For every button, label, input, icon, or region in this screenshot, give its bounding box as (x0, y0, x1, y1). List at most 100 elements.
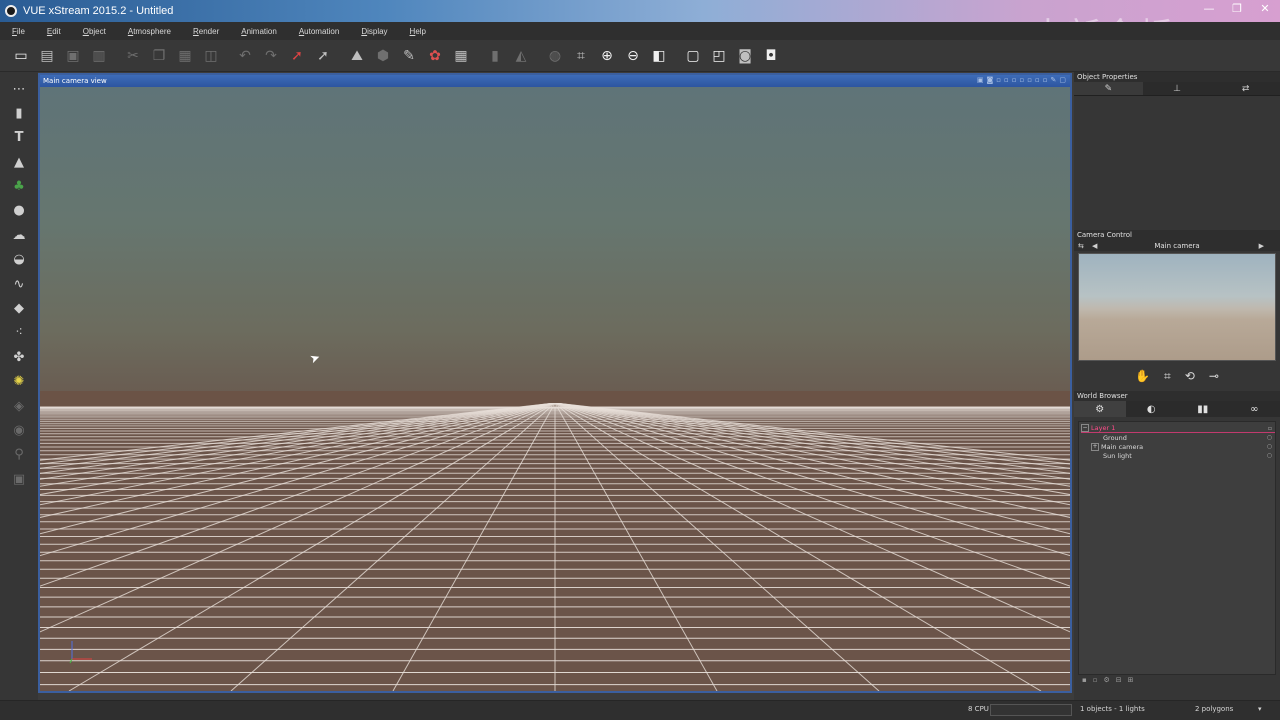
select-icon[interactable]: ➚ (286, 45, 308, 67)
viewport-menu-icon[interactable]: ▫ (1035, 76, 1040, 84)
menu-render[interactable]: Render (193, 27, 219, 36)
tree-item-sun-light[interactable]: Sun light ○ (1081, 451, 1275, 460)
menu-automation[interactable]: Automation (299, 27, 339, 36)
collapse-icon[interactable]: − (1081, 424, 1089, 432)
menu-atmosphere[interactable]: Atmosphere (128, 27, 171, 36)
material-icon[interactable]: ✿ (424, 45, 446, 67)
cylinder-icon[interactable]: ▮ (8, 102, 30, 124)
fan-icon[interactable]: ✤ (8, 346, 30, 368)
paste-icon[interactable]: ▦ (174, 45, 196, 67)
menu-animation[interactable]: Animation (241, 27, 277, 36)
copy-icon[interactable]: ❐ (148, 45, 170, 67)
metablob-icon[interactable]: ◉ (8, 419, 30, 441)
planet-icon[interactable]: ◒ (8, 249, 30, 271)
layer-options-icon[interactable]: ▫ (1268, 425, 1272, 432)
save-as-icon[interactable]: ▥ (88, 45, 110, 67)
maximize-button[interactable]: ❐ (1228, 2, 1246, 16)
camera-lock-icon[interactable]: ⊸ (1209, 369, 1219, 383)
delete-layer-icon[interactable]: ▫ (1093, 676, 1098, 684)
rock-icon[interactable]: ◆ (8, 298, 30, 320)
menu-display[interactable]: Display (361, 27, 387, 36)
camera-orbit-icon[interactable]: ⟲ (1185, 369, 1195, 383)
terrain-icon[interactable]: ⛰ (346, 45, 368, 67)
link-icon[interactable]: ⚲ (8, 444, 30, 466)
select-drag-icon[interactable]: ➚ (312, 45, 334, 67)
menu-edit[interactable]: Edit (47, 27, 61, 36)
menu-file[interactable]: File (12, 27, 25, 36)
objects-tab-icon[interactable]: ⚙ (1074, 401, 1126, 417)
numerics-tab-icon[interactable]: ⊥ (1143, 82, 1212, 95)
aspect-tab-icon[interactable]: ✎ (1074, 82, 1143, 95)
viewport-zoom-icon[interactable]: ▫ (1012, 76, 1017, 84)
viewport-camera-icon[interactable]: ◙ (986, 76, 993, 84)
camera-selector[interactable]: ⇆ ◀ Main camera ▶ (1074, 240, 1280, 251)
status-dropdown-icon[interactable]: ▾ (1258, 705, 1262, 713)
minimize-button[interactable]: — (1200, 2, 1218, 16)
materials-tab-icon[interactable]: ◐ (1126, 401, 1178, 417)
tree-item-main-camera[interactable]: + Main camera ○ (1081, 442, 1275, 451)
edit-object-icon[interactable]: ✎ (398, 45, 420, 67)
new-icon[interactable]: ▭ (10, 45, 32, 67)
expand-all-icon[interactable]: ⊞ (1128, 676, 1134, 684)
camera-pan-icon[interactable]: ✋ (1135, 369, 1150, 383)
viewport-edit-icon[interactable]: ✎ (1051, 76, 1057, 84)
film-icon[interactable]: ▦ (450, 45, 472, 67)
cube-icon[interactable]: ⬢ (372, 45, 394, 67)
visibility-icon[interactable]: ○ (1267, 452, 1272, 459)
globe-icon[interactable]: ◍ (544, 45, 566, 67)
symmetry-icon[interactable]: ◭ (510, 45, 532, 67)
new-layer-icon[interactable]: ▪ (1082, 676, 1087, 684)
light-icon[interactable]: ✺ (8, 371, 30, 393)
cloud-icon[interactable]: ☁ (8, 224, 30, 246)
viewport-fit-icon[interactable]: ▣ (977, 76, 984, 84)
tree-item-ground[interactable]: Ground ○ (1081, 433, 1275, 442)
visibility-icon[interactable]: ○ (1267, 443, 1272, 450)
library-tab-icon[interactable]: ▮▮ (1177, 401, 1229, 417)
viewport-lock-icon[interactable]: ▫ (1043, 76, 1048, 84)
cut-icon[interactable]: ✂ (122, 45, 144, 67)
align-icon[interactable]: ▮ (484, 45, 506, 67)
boolean-icon[interactable]: ◈ (8, 395, 30, 417)
open-icon[interactable]: ▤ (36, 45, 58, 67)
render-area-icon[interactable]: ▢ (682, 45, 704, 67)
terrain-tool-icon[interactable]: ▲ (8, 151, 30, 173)
animation-tab-icon[interactable]: ⇄ (1211, 82, 1280, 95)
viewport-grid-icon[interactable]: ▫ (1020, 76, 1025, 84)
collapse-all-icon[interactable]: ⊟ (1116, 676, 1122, 684)
render-icon[interactable]: ◰ (708, 45, 730, 67)
tree-item-layer-1[interactable]: − Layer 1 ▫ (1081, 424, 1275, 433)
group-icon[interactable]: ▣ (8, 468, 30, 490)
camera-snapshot-icon[interactable]: ◘ (760, 45, 782, 67)
zoom-in-icon[interactable]: ⊕ (596, 45, 618, 67)
menu-object[interactable]: Object (83, 27, 106, 36)
grid-line (554, 403, 1070, 474)
tree-icon[interactable]: ♣ (8, 176, 30, 198)
save-icon[interactable]: ▣ (62, 45, 84, 67)
main-camera-viewport[interactable]: Main camera view ▣ ◙ ▫ ▫ ▫ ▫ ▫ ▫ ▫ ✎ ▢ ➤ (38, 73, 1072, 693)
viewport-maximize-icon[interactable]: ▢ (1059, 76, 1066, 84)
undo-icon[interactable]: ↶ (234, 45, 256, 67)
links-tab-icon[interactable]: ∞ (1229, 401, 1280, 417)
camera-next-icon[interactable]: ▶ (1259, 242, 1264, 250)
close-button[interactable]: ✕ (1256, 2, 1274, 16)
object-properties-body (1074, 96, 1280, 230)
menu-help[interactable]: Help (410, 27, 426, 36)
layer-settings-icon[interactable]: ⚙ (1104, 676, 1110, 684)
render-preview-icon[interactable]: ◙ (734, 45, 756, 67)
viewport-rotate-icon[interactable]: ▫ (1004, 76, 1009, 84)
expand-icon[interactable]: + (1091, 442, 1099, 451)
toggle-view-icon[interactable]: ◧ (648, 45, 670, 67)
viewport-pan-icon[interactable]: ▫ (996, 76, 1001, 84)
visibility-icon[interactable]: ○ (1267, 434, 1272, 441)
redo-icon[interactable]: ↷ (260, 45, 282, 67)
zoom-out-icon[interactable]: ⊖ (622, 45, 644, 67)
spline-icon[interactable]: ∿ (8, 273, 30, 295)
plant-pack-icon[interactable]: ⁖ (8, 322, 30, 344)
marquee-icon[interactable]: ⋯ (8, 78, 30, 100)
sphere-icon[interactable]: ● (8, 200, 30, 222)
camera-frame-icon[interactable]: ⌗ (1164, 369, 1171, 384)
frame-icon[interactable]: ⌗ (570, 45, 592, 67)
viewport-options-icon[interactable]: ▫ (1027, 76, 1032, 84)
duplicate-icon[interactable]: ◫ (200, 45, 222, 67)
text-icon[interactable]: T (8, 127, 30, 149)
